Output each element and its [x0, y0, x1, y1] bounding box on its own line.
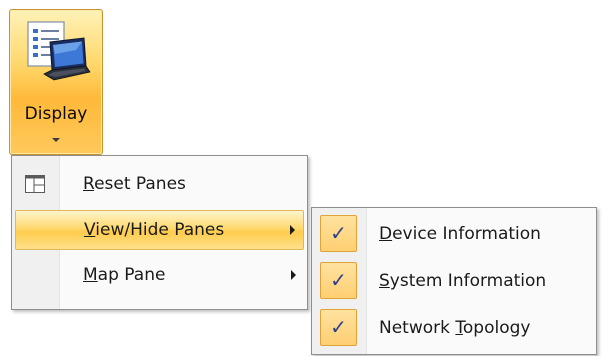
submenu-item-network-topology[interactable]: ✓ Network Topology [315, 305, 593, 350]
submenu-item-label: Device Information [379, 224, 541, 244]
menu-item-label: View/Hide Panes [84, 220, 225, 240]
submenu-item-system-information[interactable]: ✓ System Information [315, 258, 593, 303]
check-icon: ✓ [320, 262, 357, 299]
menu-item-label: Map Pane [83, 265, 166, 285]
submenu-arrow-icon [290, 225, 295, 235]
display-button-label: Display [24, 104, 88, 124]
reset-panes-icon [25, 175, 45, 193]
menu-item-view-hide-panes[interactable]: View/Hide Panes [15, 210, 304, 250]
menu-item-label: Reset Panes [83, 174, 186, 194]
display-panes-icon [24, 20, 92, 90]
dropdown-arrow-icon [52, 138, 60, 142]
submenu-item-label: Network Topology [379, 318, 531, 338]
submenu-arrow-icon [291, 270, 296, 280]
menu-item-reset-panes[interactable]: Reset Panes [15, 165, 304, 205]
screen: Display Reset Panes View/Hide Panes Map … [0, 0, 605, 356]
display-button[interactable]: Display [9, 9, 103, 155]
view-hide-panes-submenu: ✓ Device Information ✓ System Informatio… [311, 207, 597, 355]
menu-item-map-pane[interactable]: Map Pane [15, 256, 304, 296]
submenu-item-device-information[interactable]: ✓ Device Information [315, 211, 593, 256]
check-icon: ✓ [320, 215, 357, 252]
display-menu: Reset Panes View/Hide Panes Map Pane [11, 155, 308, 310]
submenu-item-label: System Information [379, 271, 547, 291]
check-icon: ✓ [320, 309, 357, 346]
